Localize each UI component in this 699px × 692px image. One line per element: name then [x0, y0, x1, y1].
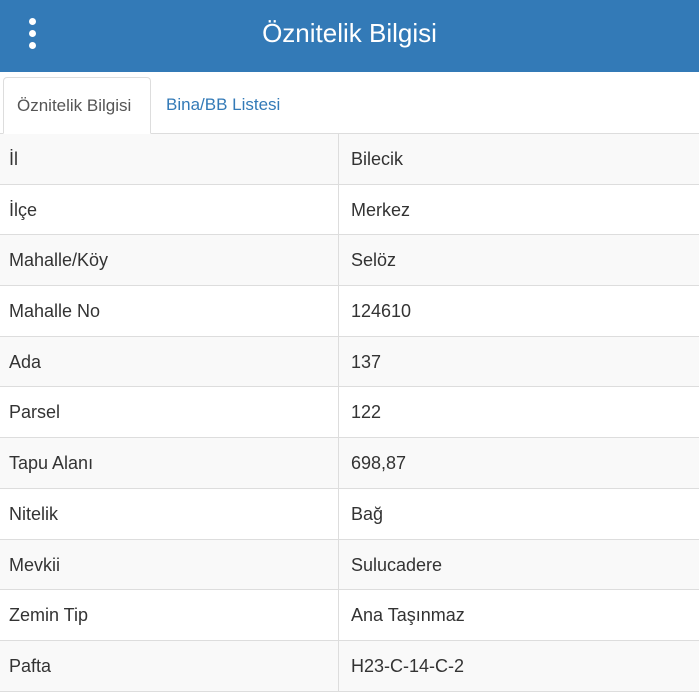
table-row: Ada 137 [0, 336, 699, 388]
tab-building-list[interactable]: Bina/BB Listesi [153, 77, 293, 134]
attribute-value: H23-C-14-C-2 [351, 655, 465, 676]
table-row: Mevkii Sulucadere [0, 539, 699, 591]
attribute-key: Mahalle No [9, 301, 101, 322]
table-row: Mahalle/Köy Selöz [0, 235, 699, 287]
table-row: Zemin Tip Ana Taşınmaz [0, 590, 699, 641]
attribute-key: Parsel [9, 402, 61, 423]
attribute-key: Ada [9, 351, 42, 372]
attribute-key: İlçe [9, 199, 38, 220]
attribute-key: Tapu Alanı [9, 453, 94, 474]
table-row: Mahalle No 124610 [0, 286, 699, 337]
table-row: Nitelik Bağ [0, 488, 699, 540]
attribute-value: Sulucadere [351, 554, 443, 575]
table-row: Pafta H23-C-14-C-2 [0, 640, 699, 692]
attribute-key: Zemin Tip [9, 605, 89, 626]
table-row: Tapu Alanı 698,87 [0, 438, 699, 489]
attribute-key: İl [9, 149, 18, 169]
attribute-value: 137 [351, 351, 382, 372]
attribute-key: Mevkii [9, 554, 61, 575]
tab-attribute-info[interactable]: Öznitelik Bilgisi [3, 77, 151, 134]
attribute-value: 122 [351, 402, 382, 423]
attribute-value: Selöz [351, 250, 397, 271]
header-bar: Öznitelik Bilgisi [0, 0, 699, 72]
tab-bar: Öznitelik Bilgisi Bina/BB Listesi [0, 72, 699, 134]
table-row: İl Bilecik [0, 134, 699, 185]
table-row: Parsel 122 [0, 387, 699, 439]
attribute-value: 124610 [351, 301, 412, 322]
attribute-value: Bağ [351, 503, 384, 524]
table-row: İlçe Merkez [0, 184, 699, 236]
attribute-key: Nitelik [9, 503, 59, 524]
page-title: Öznitelik Bilgisi [262, 18, 437, 48]
attribute-value: Bilecik [351, 149, 404, 169]
attribute-key: Mahalle/Köy [9, 250, 109, 271]
attribute-value: 698,87 [351, 453, 407, 474]
attribute-value: Ana Taşınmaz [351, 605, 465, 626]
attribute-key: Pafta [9, 655, 52, 676]
attribute-value: Merkez [351, 199, 411, 220]
attribute-table: İl Bilecik İlçe Merkez Mahalle/Köy Selöz… [0, 134, 699, 692]
